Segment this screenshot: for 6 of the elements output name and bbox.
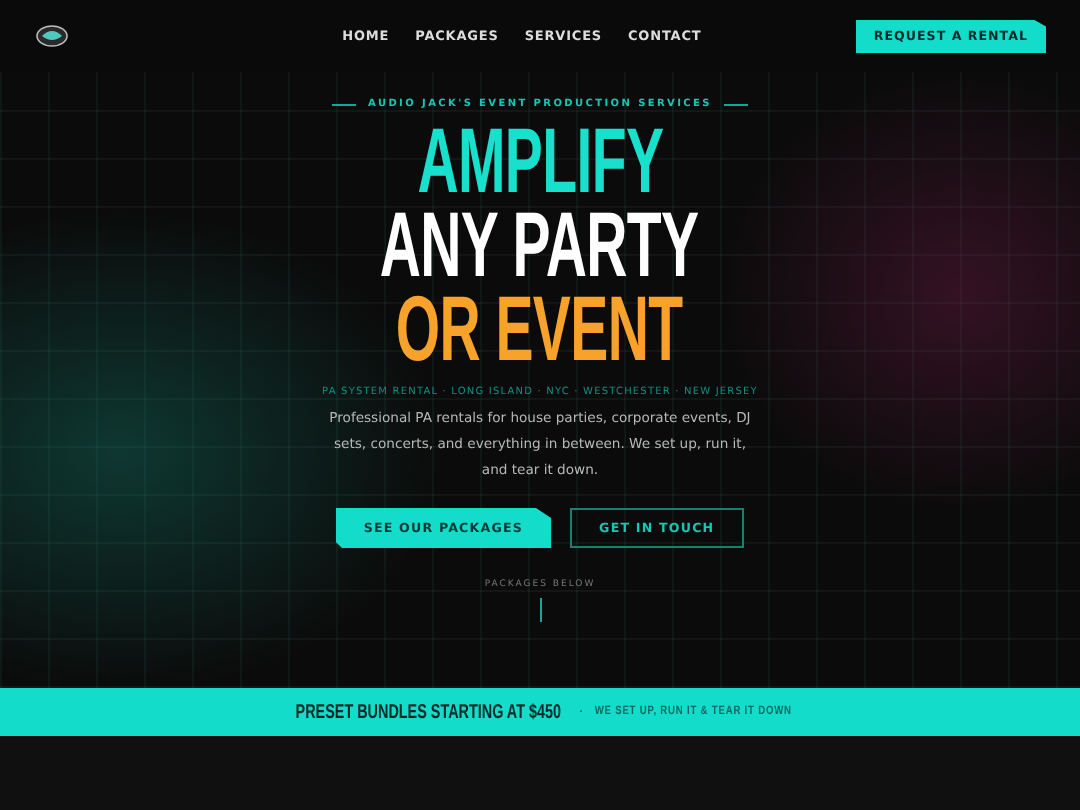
scroll-line — [539, 598, 541, 622]
headline-line: AMPLIFY — [417, 118, 663, 202]
banner-headline: PRESET BUNDLES STARTING AT $450 — [295, 701, 562, 723]
headline-line: OR EVENT — [396, 286, 684, 370]
logo-icon[interactable] — [36, 24, 68, 48]
headline-line: ANY PARTY — [380, 202, 700, 286]
